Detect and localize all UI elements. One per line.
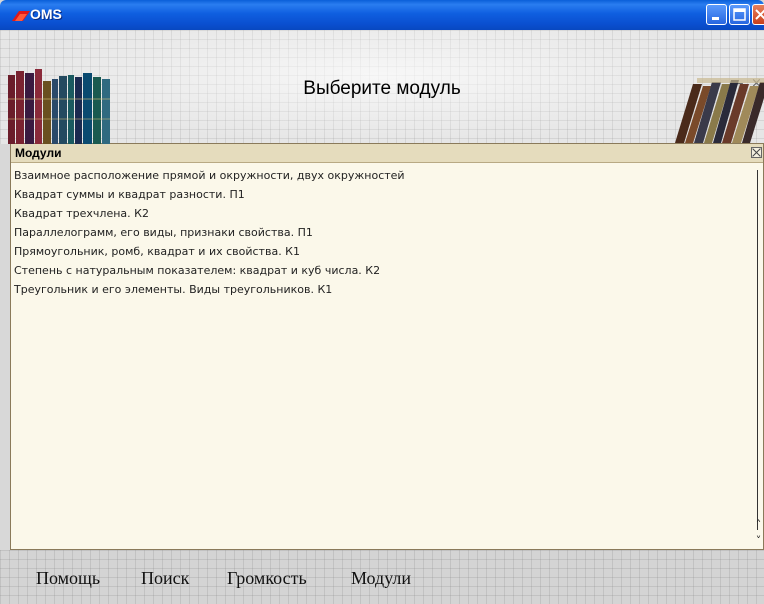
app-logo-icon bbox=[12, 11, 30, 21]
bookshelf-right-image bbox=[675, 78, 764, 143]
scroll-down-icon[interactable]: ˅ bbox=[753, 535, 764, 546]
module-item[interactable]: Квадрат суммы и квадрат разности. П1 bbox=[11, 185, 751, 204]
module-item[interactable]: Прямоугольник, ромб, квадрат и их свойст… bbox=[11, 242, 751, 261]
minimize-button[interactable] bbox=[706, 4, 727, 25]
module-item[interactable]: Взаимное расположение прямой и окружност… bbox=[11, 166, 751, 185]
module-item[interactable]: Параллелограмм, его виды, признаки свойс… bbox=[11, 223, 751, 242]
page-title: Выберите модуль bbox=[303, 78, 461, 99]
nav-modules-button[interactable]: Модули bbox=[351, 568, 411, 589]
maximize-button[interactable] bbox=[729, 4, 750, 25]
module-item[interactable]: Степень с натуральным показателем: квадр… bbox=[11, 261, 751, 280]
modules-panel-header: Модули bbox=[11, 144, 763, 163]
nav-search-button[interactable]: Поиск bbox=[141, 568, 189, 589]
bottom-nav: Помощь Поиск Громкость Модули bbox=[0, 550, 764, 604]
modules-scrollbar[interactable]: ˄ ˅ bbox=[753, 164, 763, 549]
header-banner: – × Выберите модуль bbox=[0, 30, 764, 144]
scrollbar-track[interactable] bbox=[757, 170, 758, 530]
window-titlebar[interactable]: OMS bbox=[0, 0, 764, 30]
minimize-icon bbox=[712, 17, 719, 20]
nav-help-button[interactable]: Помощь bbox=[36, 568, 100, 589]
modules-panel-title: Модули bbox=[15, 146, 62, 160]
panel-close-icon[interactable] bbox=[751, 147, 762, 158]
maximize-icon bbox=[733, 8, 746, 21]
close-icon bbox=[755, 9, 764, 20]
module-item[interactable]: Квадрат трехчлена. К2 bbox=[11, 204, 751, 223]
nav-volume-button[interactable]: Громкость bbox=[227, 568, 307, 589]
scroll-up-icon[interactable]: ˄ bbox=[753, 519, 764, 530]
module-list: Взаимное расположение прямой и окружност… bbox=[11, 166, 751, 299]
close-button[interactable] bbox=[752, 4, 764, 25]
module-item[interactable]: Треугольник и его элементы. Виды треугол… bbox=[11, 280, 751, 299]
window-title: OMS bbox=[30, 6, 62, 22]
modules-panel: Модули Взаимное расположение прямой и ок… bbox=[10, 143, 764, 550]
